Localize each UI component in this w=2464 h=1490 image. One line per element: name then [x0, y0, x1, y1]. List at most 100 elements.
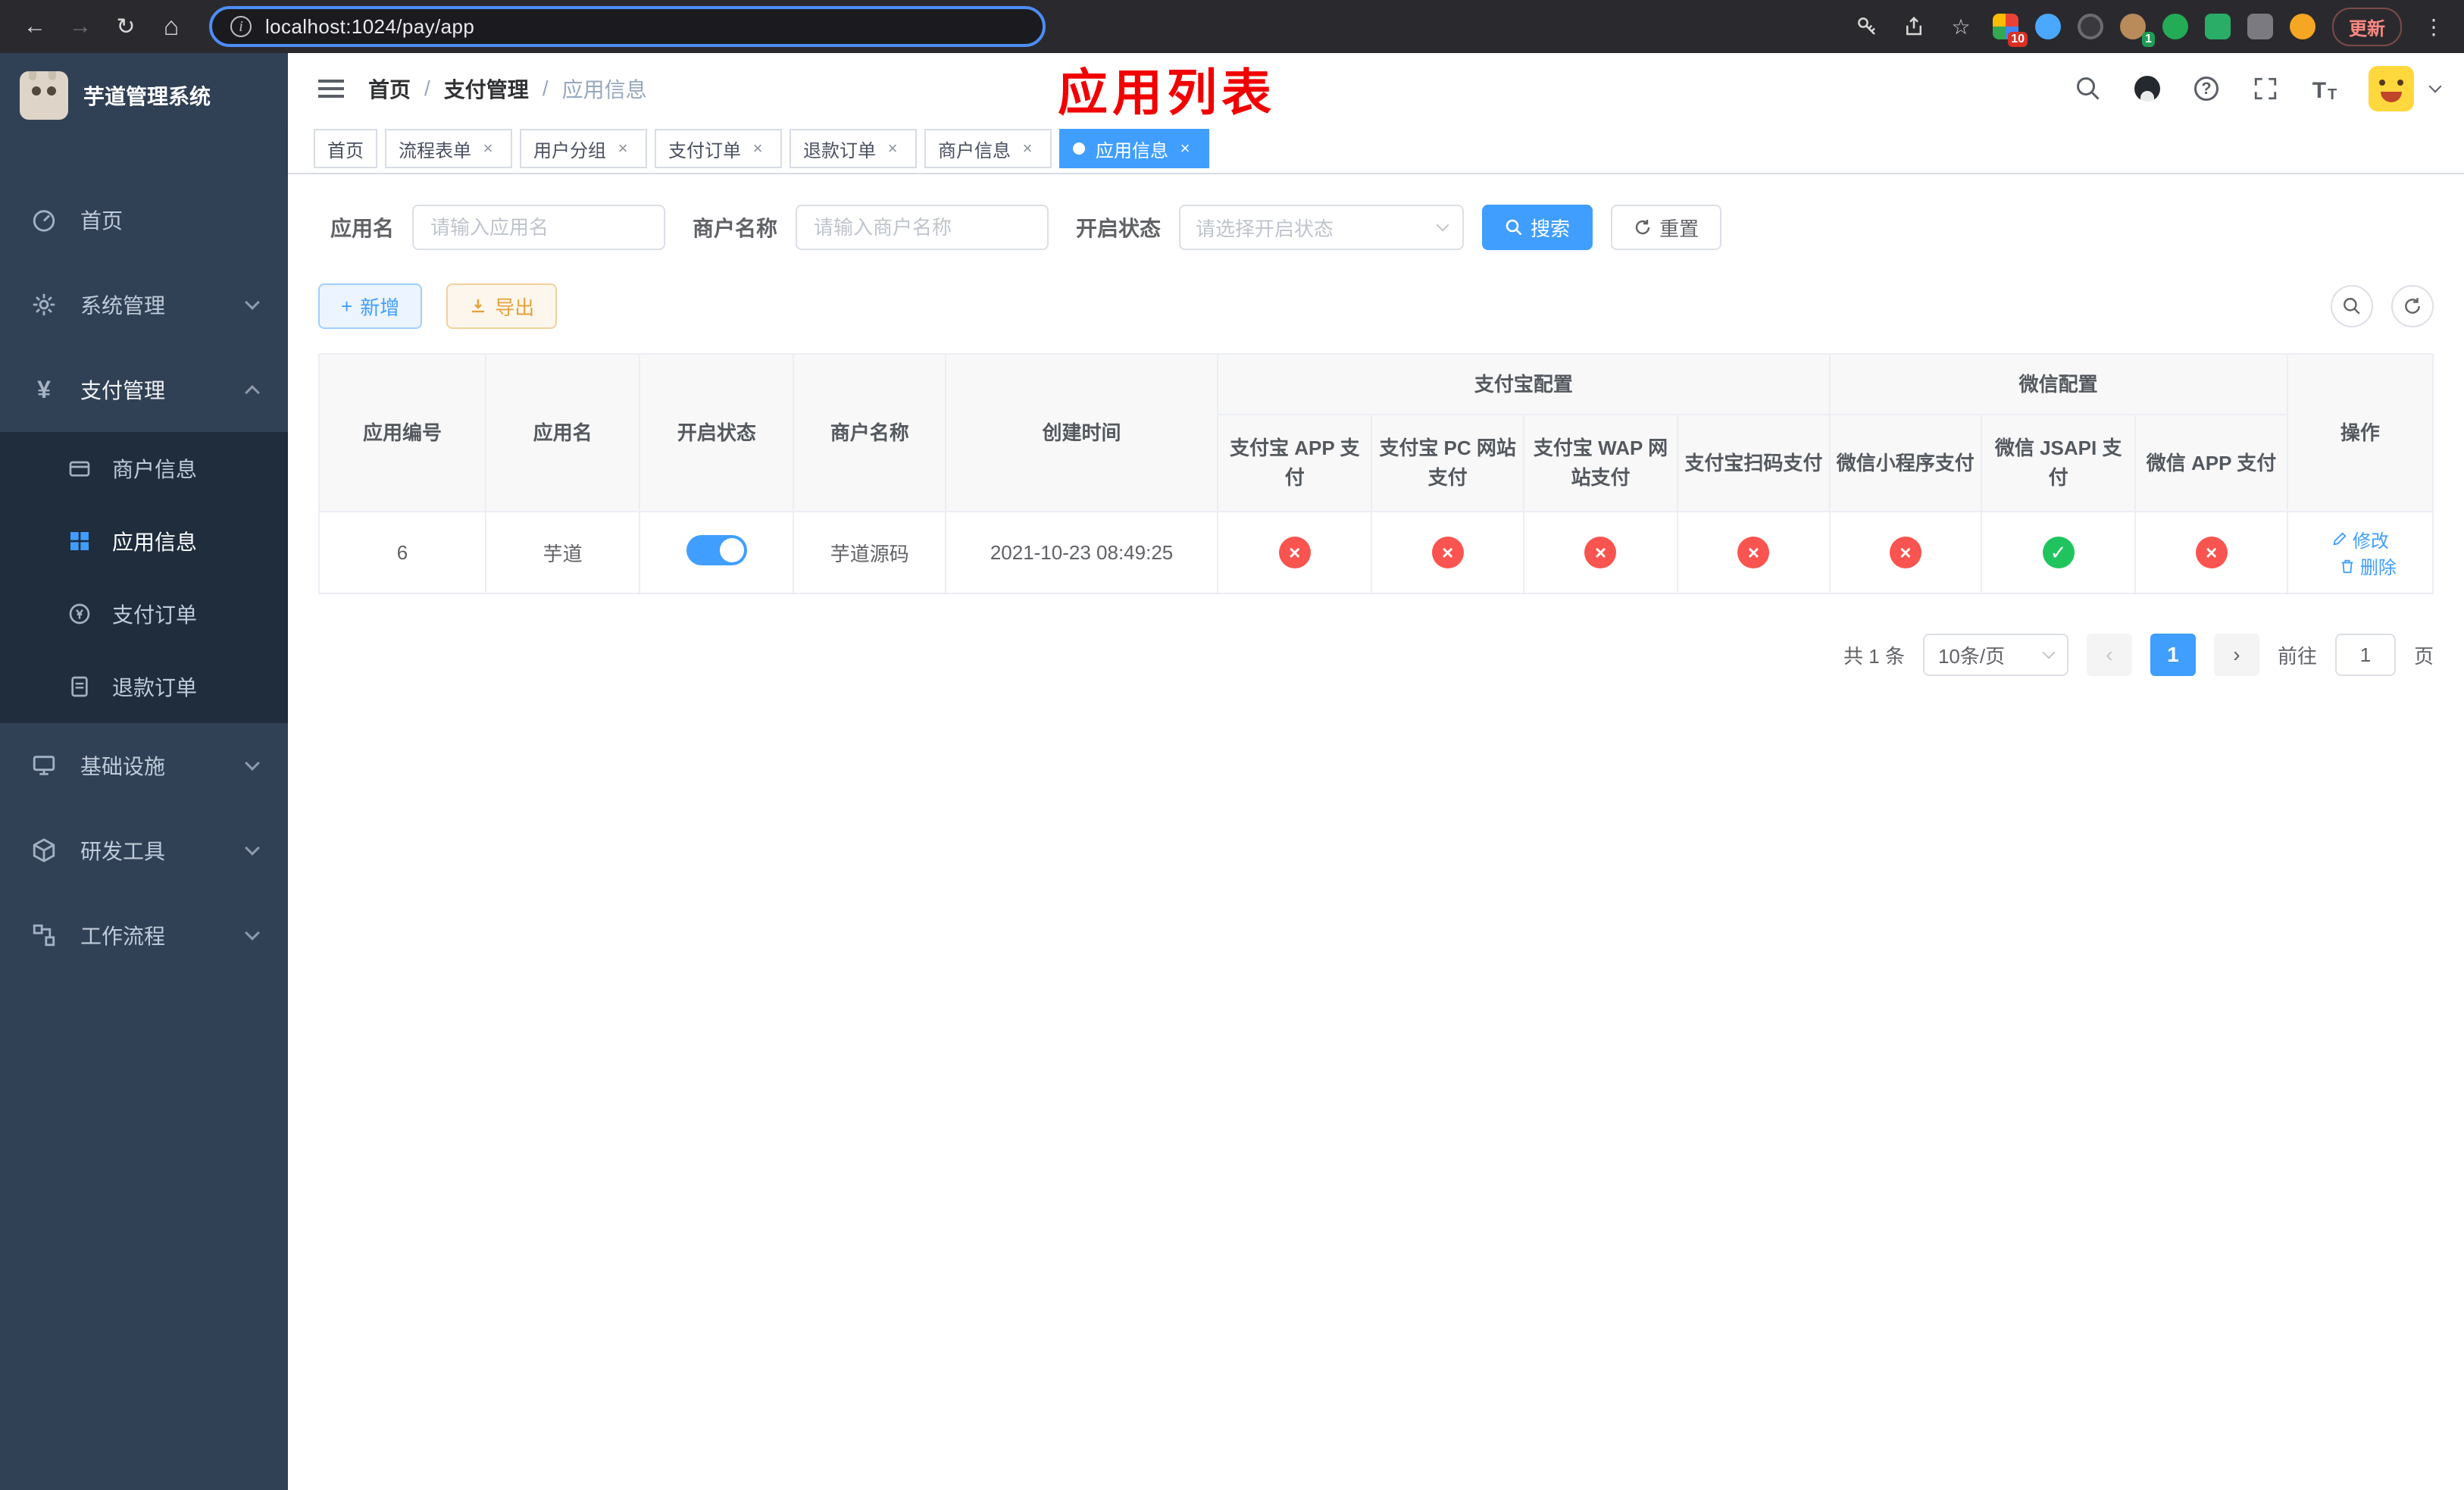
close-icon[interactable]: [612, 138, 633, 159]
user-avatar[interactable]: [2369, 66, 2414, 111]
add-button[interactable]: + 新增: [318, 283, 423, 329]
status-indicator: ×: [1889, 537, 1921, 568]
search-icon[interactable]: [2073, 74, 2103, 104]
address-bar[interactable]: i localhost:1024/pay/app: [209, 6, 1046, 47]
col-created: 创建时间: [944, 353, 1219, 512]
breadcrumb-payment[interactable]: 支付管理: [444, 74, 529, 104]
tab-label: 流程表单: [399, 140, 471, 161]
chevron-up-icon: [245, 385, 260, 400]
site-info-icon[interactable]: i: [230, 16, 252, 37]
cell-merchant: 芋道源码: [793, 511, 946, 594]
sidebar-item-label: 系统管理: [80, 294, 166, 318]
chrome-update-button[interactable]: 更新: [2332, 7, 2402, 46]
tab-pay-orders[interactable]: 支付订单: [655, 129, 782, 168]
goto-page-input[interactable]: [2334, 634, 2396, 676]
extension-grid-icon[interactable]: 10: [1993, 14, 2028, 47]
cell-wechat-app: ×: [2134, 511, 2288, 594]
sidebar-item-app-info[interactable]: 应用信息: [0, 505, 288, 578]
tab-app-info[interactable]: 应用信息: [1059, 129, 1209, 168]
avatar-caret-icon[interactable]: [2428, 80, 2442, 93]
grid-icon: [67, 528, 92, 554]
tab-user-group[interactable]: 用户分组: [520, 129, 647, 168]
extension-chat-icon[interactable]: [2205, 14, 2231, 39]
export-button[interactable]: 导出: [446, 283, 558, 329]
refresh-button[interactable]: [2391, 285, 2434, 327]
status-indicator: ×: [2195, 537, 2228, 568]
github-icon[interactable]: [2132, 74, 2162, 104]
close-icon[interactable]: [882, 138, 903, 159]
toggle-search-button[interactable]: [2331, 285, 2373, 327]
search-button[interactable]: 搜索: [1482, 205, 1593, 250]
password-key-icon[interactable]: [1852, 11, 1882, 42]
extensions-puzzle-icon[interactable]: [2247, 14, 2273, 39]
tab-process-form[interactable]: 流程表单: [385, 129, 512, 168]
status-toggle[interactable]: [686, 534, 747, 565]
help-icon[interactable]: ?: [2191, 74, 2222, 104]
page-number-1[interactable]: 1: [2150, 634, 2196, 676]
extension-face-icon[interactable]: [2290, 14, 2315, 39]
merchant-name-input[interactable]: [796, 205, 1049, 250]
reload-button[interactable]: [106, 7, 145, 46]
tab-home[interactable]: 首页: [314, 129, 377, 168]
col-merchant: 商户名称: [793, 353, 946, 512]
forward-button[interactable]: [61, 7, 100, 46]
share-icon[interactable]: [1899, 11, 1929, 42]
sidebar-item-workflow[interactable]: 工作流程: [0, 893, 288, 978]
breadcrumb-separator: /: [424, 77, 430, 100]
status-indicator: ×: [1584, 537, 1617, 568]
tab-merchant-info[interactable]: 商户信息: [924, 129, 1052, 168]
edit-link[interactable]: 修改: [2331, 526, 2389, 552]
fullscreen-icon[interactable]: [2250, 74, 2281, 104]
sidebar-item-label: 工作流程: [80, 925, 166, 948]
breadcrumb-home[interactable]: 首页: [368, 74, 411, 104]
close-icon[interactable]: [1174, 138, 1196, 159]
sidebar-item-home[interactable]: 首页: [0, 177, 288, 262]
yen-icon: [30, 376, 58, 403]
sidebar-item-merchant-info[interactable]: 商户信息: [0, 432, 288, 505]
col-wechat-app: 微信 APP 支付: [2134, 414, 2288, 512]
sidebar-item-payment[interactable]: 支付管理: [0, 347, 288, 432]
cell-alipay-wap: ×: [1522, 511, 1679, 594]
sidebar-item-dev-tools[interactable]: 研发工具: [0, 808, 288, 893]
app-name-input[interactable]: [412, 205, 666, 250]
sidebar-item-pay-orders[interactable]: 支付订单: [0, 578, 288, 650]
home-button[interactable]: [152, 7, 191, 46]
tab-label: 支付订单: [668, 140, 741, 161]
status-select[interactable]: 请选择开启状态: [1179, 205, 1465, 250]
reset-button-label: 重置: [1659, 217, 1699, 240]
sidebar-collapse-icon[interactable]: [318, 87, 344, 90]
close-icon[interactable]: [747, 138, 768, 159]
font-size-icon[interactable]: TT: [2309, 74, 2340, 104]
page-size-select[interactable]: 10条/页: [1922, 634, 2068, 676]
bookmark-star-icon[interactable]: [1946, 11, 1976, 42]
browser-menu-icon[interactable]: [2419, 11, 2449, 42]
merchant-name-label: 商户名称: [693, 217, 778, 240]
tab-refund-orders[interactable]: 退款订单: [790, 129, 917, 168]
table-toolbar: + 新增 导出: [318, 283, 2434, 329]
app-logo[interactable]: 芋道管理系统: [0, 53, 288, 138]
sidebar-item-infrastructure[interactable]: 基础设施: [0, 723, 288, 808]
prev-page-button[interactable]: [2086, 634, 2132, 676]
delete-link[interactable]: 删除: [2339, 552, 2397, 579]
close-icon[interactable]: [477, 138, 499, 159]
breadcrumb: 首页 / 支付管理 / 应用信息: [368, 74, 647, 104]
extension-green-circle-icon[interactable]: [2162, 14, 2188, 39]
app-name-label: 应用名: [330, 217, 395, 240]
sidebar-item-refund-orders[interactable]: 退款订单: [0, 650, 288, 723]
cell-alipay-qr: ×: [1677, 511, 1831, 594]
chevron-down-icon: [2042, 646, 2056, 659]
filter-form: 应用名 商户名称 开启状态 请选择开启状态 搜索 重置: [318, 205, 2434, 250]
sidebar-item-system[interactable]: 系统管理: [0, 262, 288, 347]
box-icon: [30, 837, 58, 864]
next-page-button[interactable]: [2213, 634, 2259, 676]
back-button[interactable]: [15, 7, 55, 46]
close-icon[interactable]: [1017, 138, 1038, 159]
status-label: 开启状态: [1076, 217, 1162, 240]
extension-blue-icon[interactable]: [2035, 14, 2061, 39]
dashboard-icon: [30, 206, 58, 233]
col-alipay-wap: 支付宝 WAP 网站支付: [1522, 414, 1679, 512]
extension-dark-icon[interactable]: [2078, 14, 2103, 39]
payment-submenu: 商户信息 应用信息 支付订单 退款订单: [0, 432, 288, 723]
extension-avatar-icon[interactable]: 1: [2120, 14, 2155, 47]
reset-button[interactable]: 重置: [1611, 205, 1722, 250]
